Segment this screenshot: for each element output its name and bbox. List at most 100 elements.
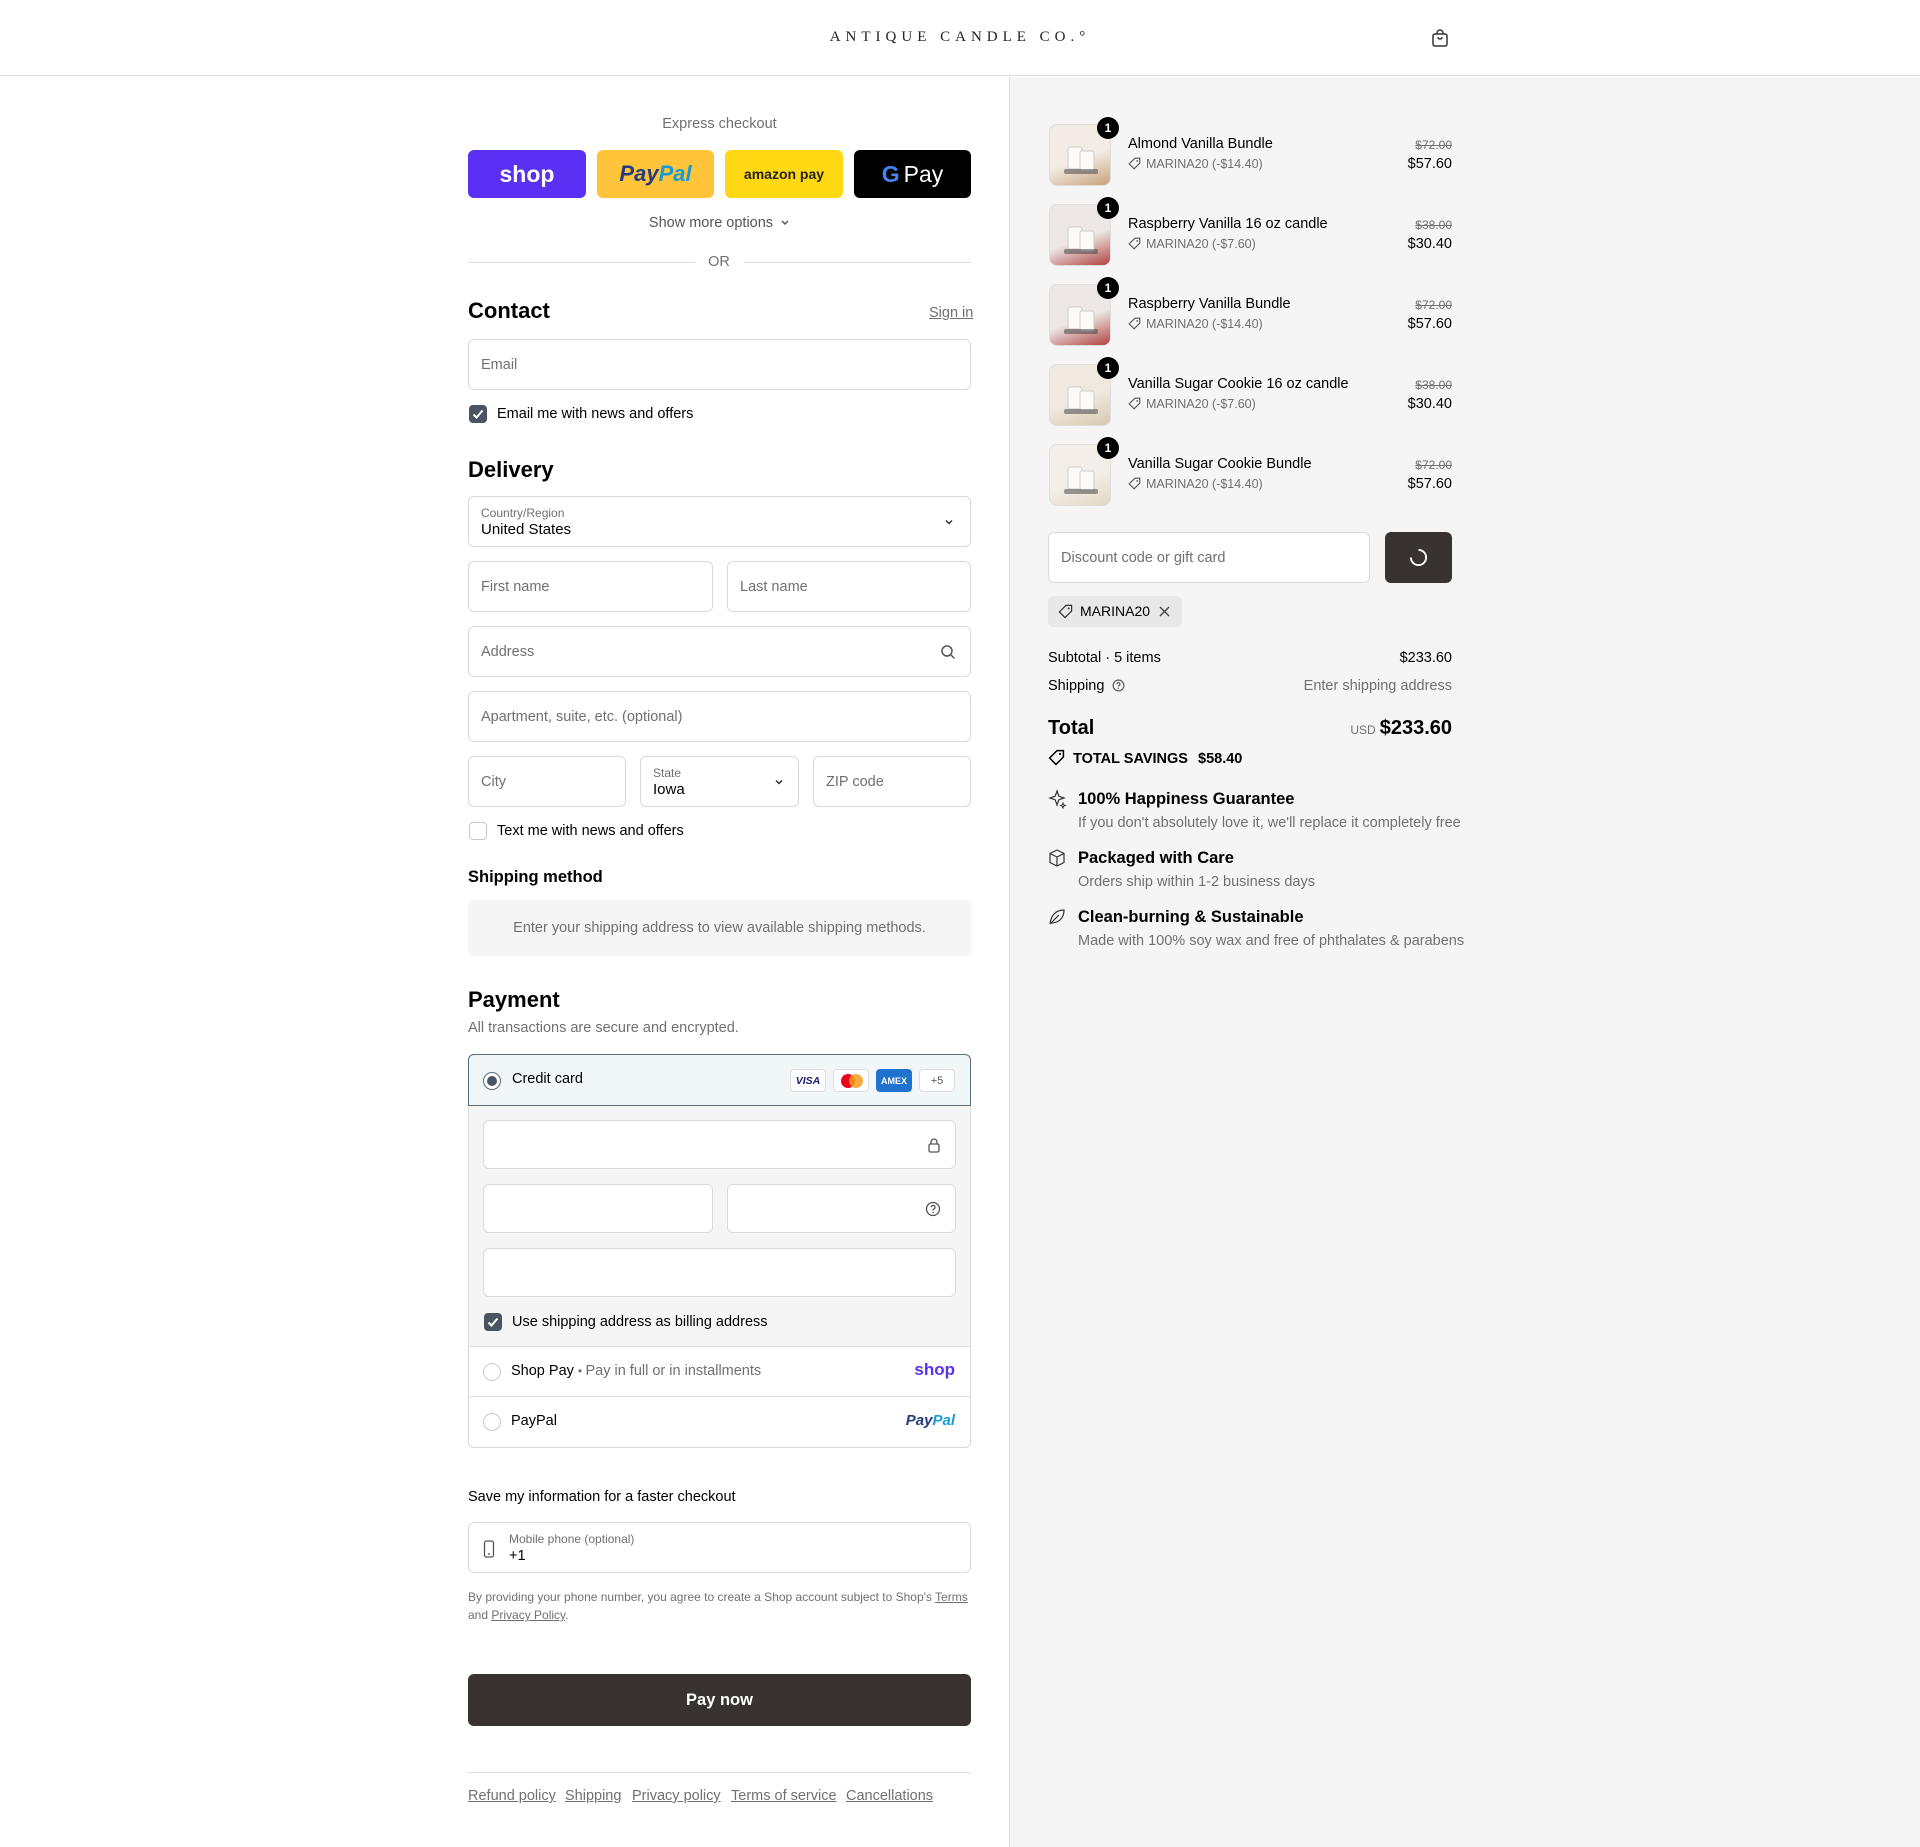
total-value: $233.60 <box>1379 717 1452 739</box>
contact-title: Contact <box>468 298 550 323</box>
amex-text: AMEX <box>880 1075 907 1086</box>
consent-end: . <box>565 1608 569 1622</box>
perk-text: Made with 100% soy wax and free of phtha… <box>1078 933 1465 949</box>
card-number-field[interactable] <box>483 1120 956 1169</box>
more-cards-text: +5 <box>930 1074 944 1087</box>
privacy-link[interactable]: Privacy Policy <box>491 1608 565 1622</box>
zip-field[interactable]: ZIP code <box>813 756 971 807</box>
currency-code: USD <box>1350 723 1376 737</box>
subtotal-label: Subtotal · 5 items <box>1048 650 1161 666</box>
shop-pay-text: Shop Pay • Pay in full or in installment… <box>511 1363 762 1379</box>
email-field[interactable]: Email <box>468 339 971 390</box>
shipping-value: Enter shipping address <box>1303 678 1452 694</box>
perk-text: Orders ship within 1-2 business days <box>1078 874 1315 890</box>
apply-discount-button[interactable] <box>1385 532 1452 583</box>
item-discount-code: MARINA20 (-$14.40) <box>1146 157 1263 171</box>
city-placeholder: City <box>481 773 506 790</box>
item-original-price: $72.00 <box>1415 298 1452 312</box>
address-field[interactable]: Address <box>468 626 971 677</box>
help-icon[interactable] <box>1112 679 1125 692</box>
paypal-express-button[interactable]: Pay Pal <box>597 150 714 198</box>
show-more-options[interactable]: Show more options <box>468 215 971 231</box>
perk-text: If you don't absolutely love it, we'll r… <box>1078 815 1461 831</box>
tag-icon <box>1128 157 1141 170</box>
amazon-pay-express-button[interactable]: amazon pay <box>725 150 843 198</box>
item-name: Raspberry Vanilla Bundle <box>1128 296 1291 312</box>
country-label: Country/Region <box>481 506 565 520</box>
gpay-label: Pay <box>903 160 944 187</box>
item-discount: MARINA20 (-$14.40) <box>1128 157 1263 171</box>
privacy-policy-link[interactable]: Privacy policy <box>632 1788 721 1804</box>
shipping-method-title: Shipping method <box>468 868 603 886</box>
name-on-card-field[interactable] <box>483 1248 956 1297</box>
cart-icon[interactable] <box>1430 28 1450 48</box>
payment-subtitle: All transactions are secure and encrypte… <box>468 1020 739 1036</box>
item-original-price: $38.00 <box>1415 378 1452 392</box>
text-news-checkbox[interactable] <box>469 822 487 840</box>
credit-card-label: Credit card <box>512 1071 583 1087</box>
shop-pay-express-button[interactable]: shop <box>468 150 586 198</box>
remove-discount-icon[interactable] <box>1159 606 1170 617</box>
mobile-phone-label: Mobile phone (optional) <box>509 1532 635 1546</box>
header: ANTIQUE CANDLE CO.° <box>0 0 1920 76</box>
consent-text: By providing your phone number, you agre… <box>468 1590 932 1604</box>
zip-placeholder: ZIP code <box>826 773 884 790</box>
expiration-field[interactable] <box>483 1184 713 1233</box>
email-news-checkbox[interactable] <box>469 405 487 423</box>
quantity-badge: 1 <box>1097 277 1119 299</box>
help-icon[interactable] <box>925 1201 941 1217</box>
paypal-logo-a: Pay <box>905 1412 933 1429</box>
mobile-phone-field[interactable]: Mobile phone (optional) +1 <box>468 1522 971 1573</box>
quantity-badge: 1 <box>1097 357 1119 379</box>
shipping-policy-link[interactable]: Shipping <box>565 1788 621 1804</box>
radio-dot <box>487 1076 497 1086</box>
google-pay-express-button[interactable]: G Pay <box>854 150 971 198</box>
country-select[interactable]: Country/Region United States <box>468 496 971 547</box>
terms-of-service-link[interactable]: Terms of service <box>731 1788 837 1804</box>
item-price: $57.60 <box>1407 316 1452 332</box>
shop-pay-subtitle: Pay in full or in installments <box>585 1363 762 1379</box>
sign-in-link[interactable]: Sign in <box>929 305 973 321</box>
first-name-field[interactable]: First name <box>468 561 713 612</box>
divider <box>744 262 971 263</box>
search-icon[interactable] <box>940 644 956 660</box>
item-name: Almond Vanilla Bundle <box>1128 136 1273 152</box>
pay-now-button[interactable]: Pay now <box>468 1674 971 1726</box>
item-discount-code: MARINA20 (-$14.40) <box>1146 477 1263 491</box>
last-name-field[interactable]: Last name <box>727 561 971 612</box>
item-discount: MARINA20 (-$14.40) <box>1128 477 1263 491</box>
terms-link[interactable]: Terms <box>935 1590 968 1604</box>
state-value: Iowa <box>653 781 685 798</box>
apartment-field[interactable]: Apartment, suite, etc. (optional) <box>468 691 971 742</box>
state-label: State <box>653 766 682 780</box>
discount-code-field[interactable]: Discount code or gift card <box>1048 532 1370 583</box>
shop-pay-option[interactable]: Shop Pay • Pay in full or in installment… <box>469 1348 970 1397</box>
cancellations-link[interactable]: Cancellations <box>846 1788 933 1804</box>
brand-logo[interactable]: ANTIQUE CANDLE CO.° <box>0 29 1920 46</box>
paypal-radio[interactable] <box>483 1413 501 1431</box>
billing-address-checkbox[interactable] <box>484 1313 502 1331</box>
credit-card-radio[interactable] <box>483 1072 501 1090</box>
country-value: United States <box>481 521 572 538</box>
paypal-option[interactable]: PayPal PayPal <box>469 1398 970 1447</box>
tag-icon <box>1128 317 1141 330</box>
credit-card-option[interactable]: Credit card VISA AMEX +5 <box>468 1054 971 1106</box>
sparkle-icon <box>1048 789 1067 809</box>
shop-pay-radio[interactable] <box>483 1363 501 1381</box>
refund-policy-link[interactable]: Refund policy <box>468 1788 556 1804</box>
total-value-row: USD $233.60 <box>1252 717 1452 740</box>
item-discount: MARINA20 (-$7.60) <box>1128 397 1256 411</box>
shop-logo: shop <box>499 160 555 187</box>
city-field[interactable]: City <box>468 756 626 807</box>
tag-icon <box>1128 477 1141 490</box>
security-code-field[interactable] <box>727 1184 956 1233</box>
quantity-badge: 1 <box>1097 197 1119 219</box>
apartment-placeholder: Apartment, suite, etc. (optional) <box>481 708 683 725</box>
amex-icon: AMEX <box>876 1069 912 1092</box>
phone-icon <box>483 1540 495 1558</box>
shop-pay-label: Shop Pay <box>511 1363 574 1379</box>
paypal-logo: PayPal <box>906 1412 955 1429</box>
mastercard-icon <box>833 1069 869 1092</box>
state-select[interactable]: State Iowa <box>640 756 799 807</box>
chevron-down-icon <box>945 519 953 525</box>
